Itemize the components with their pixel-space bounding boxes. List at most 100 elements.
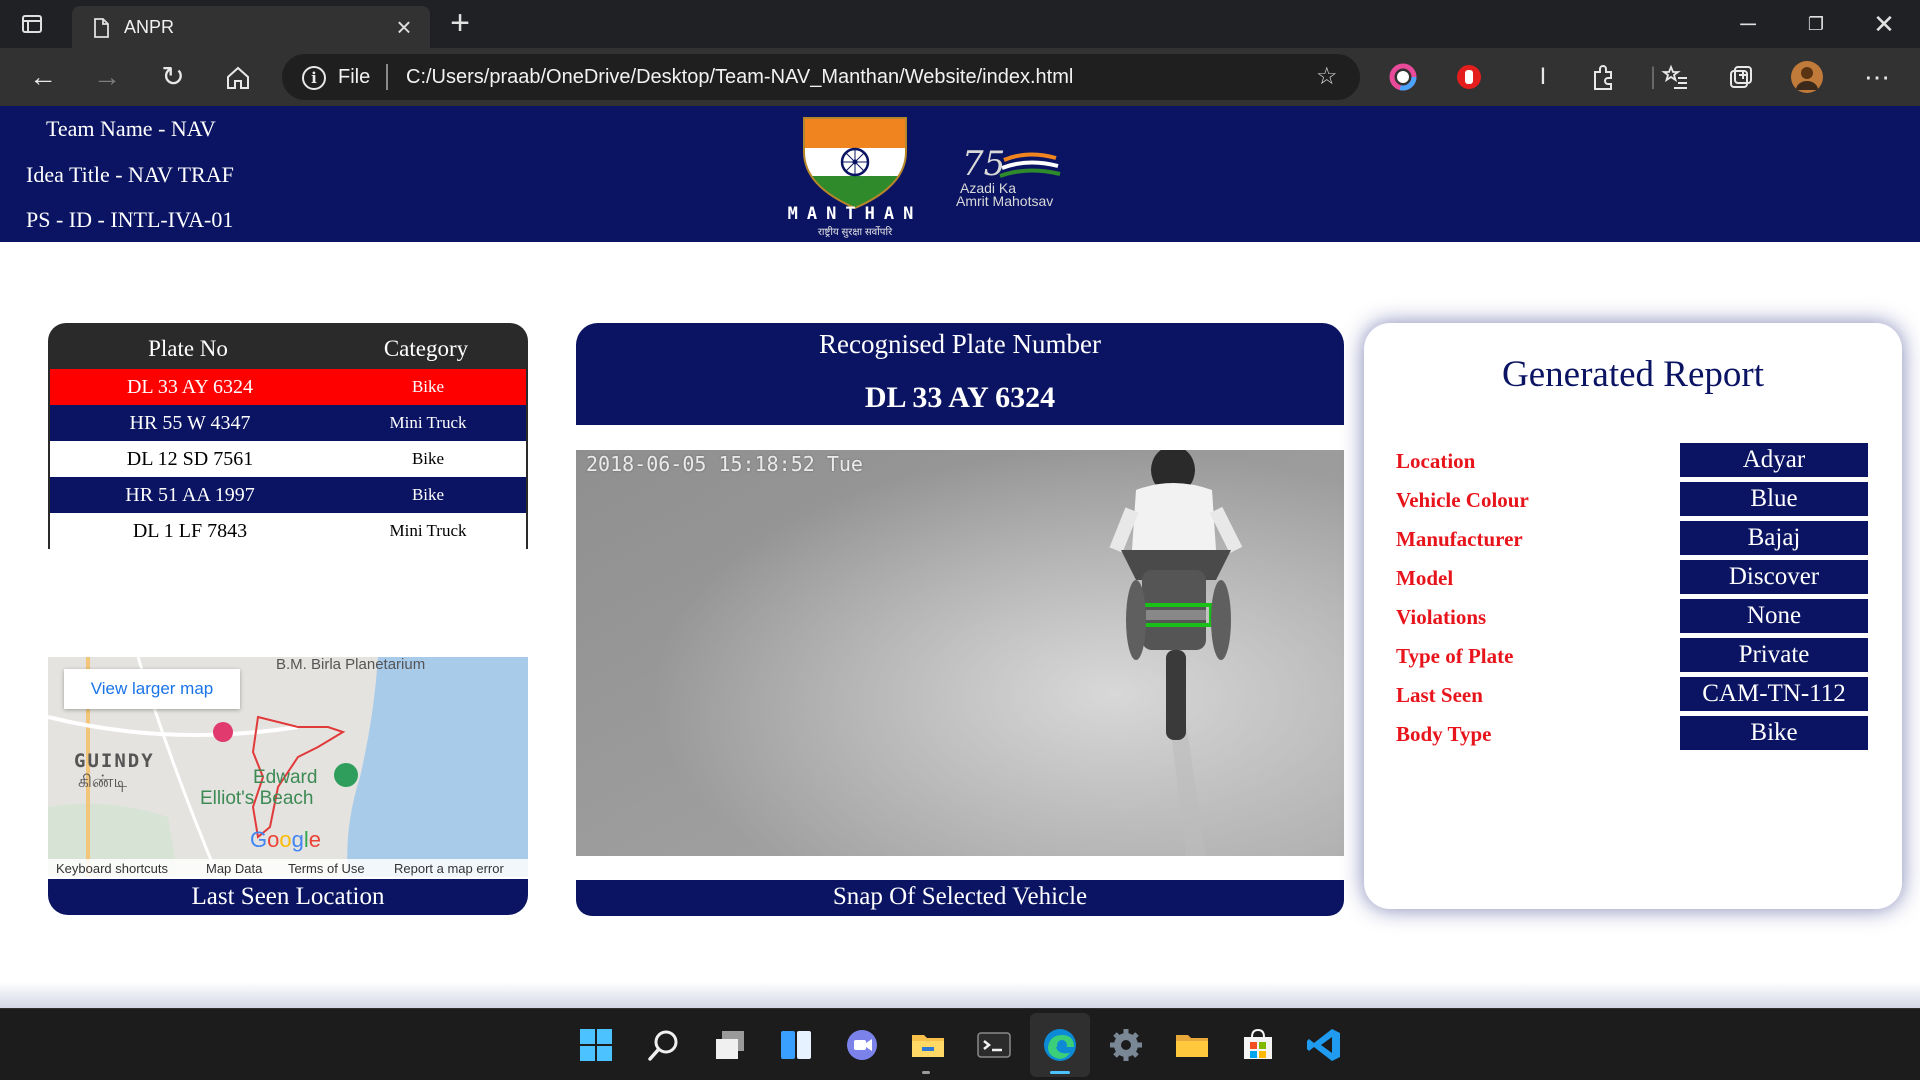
azadi-75: 75: [962, 144, 1006, 184]
forward-icon[interactable]: →: [90, 61, 124, 95]
report-label-model: Model: [1396, 566, 1454, 590]
profile-avatar[interactable]: [1790, 60, 1824, 94]
report-value-body-type: Bike: [1680, 716, 1868, 750]
restore-icon[interactable]: ❐: [1792, 8, 1840, 40]
address-scheme: File: [338, 66, 371, 88]
team-name: Team Name - NAV: [46, 116, 216, 141]
report-value-vehicle-colour: Blue: [1680, 482, 1868, 516]
text-cursor-icon[interactable]: I: [1526, 61, 1560, 95]
favorites-icon[interactable]: [1660, 62, 1690, 92]
report-label-body-type: Body Type: [1396, 722, 1492, 746]
map-canvas[interactable]: B.M. Birla Planetarium GUINDY கிண்டி Edw…: [48, 657, 528, 878]
browser-tab[interactable]: ANPR ×: [72, 6, 430, 48]
snapshot-caption: Snap Of Selected Vehicle: [576, 880, 1344, 916]
plate-row[interactable]: HR 55 W 4347 Mini Truck: [48, 405, 528, 441]
minimize-icon[interactable]: ─: [1724, 8, 1772, 40]
color-extension-icon[interactable]: [1388, 62, 1418, 92]
collections-icon[interactable]: [1725, 62, 1755, 92]
map-terms-link[interactable]: Terms of Use: [288, 861, 365, 876]
generated-report-card: Generated Report Location Adyar Vehicle …: [1364, 323, 1902, 909]
add-favorite-icon[interactable]: ☆: [1316, 65, 1342, 91]
plate-row[interactable]: DL 33 AY 6324 Bike: [48, 369, 528, 405]
extensions-icon[interactable]: [1588, 62, 1618, 92]
plate-category: Bike: [411, 485, 445, 504]
start-icon[interactable]: [576, 1025, 616, 1065]
tab-title: ANPR: [124, 17, 175, 37]
vscode-icon[interactable]: [1304, 1025, 1344, 1065]
address-url[interactable]: C:/Users/praab/OneDrive/Desktop/Team-NAV…: [406, 66, 1073, 89]
snapshot-image: [576, 450, 1344, 856]
plate-row[interactable]: HR 51 AA 1997 Bike: [48, 477, 528, 513]
report-label-manufacturer: Manufacturer: [1396, 527, 1523, 551]
reload-icon[interactable]: ↻: [156, 61, 190, 95]
col-header-category: Category: [383, 336, 469, 361]
home-icon[interactable]: [224, 64, 252, 92]
report-value-violations: None: [1680, 599, 1868, 633]
plate-row[interactable]: DL 1 LF 7843 Mini Truck: [48, 513, 528, 549]
plate-number: DL 12 SD 7561: [126, 447, 254, 470]
close-tab-icon[interactable]: ×: [392, 14, 416, 40]
recognised-plate-value: DL 33 AY 6324: [864, 381, 1056, 414]
search-icon[interactable]: [644, 1025, 684, 1065]
report-label-type-of-plate: Type of Plate: [1396, 644, 1514, 668]
close-window-icon[interactable]: ✕: [1860, 8, 1908, 40]
plate-category: Mini Truck: [389, 521, 467, 540]
map-place-3: Edward: [253, 767, 317, 788]
logo-subtitle: राष्ट्रीय सुरक्षा सर्वोपरि: [817, 227, 893, 238]
plate-number: DL 1 LF 7843: [132, 519, 248, 542]
map-keyboard-shortcuts[interactable]: Keyboard shortcuts: [56, 861, 168, 876]
map-caption: Last Seen Location: [48, 879, 528, 915]
plate-category: Bike: [411, 449, 445, 468]
ps-id: PS - ID - INTL-IVA-01: [26, 207, 234, 232]
logo-title: MANTHAN: [787, 204, 923, 224]
edge-icon[interactable]: [1040, 1025, 1080, 1065]
vehicle-snapshot: 2018-06-05 15:18:52 Tue: [576, 450, 1344, 856]
folder-icon[interactable]: [1172, 1025, 1212, 1065]
widgets-icon[interactable]: [776, 1025, 816, 1065]
recognised-plate-panel: Recognised Plate Number DL 33 AY 6324: [576, 323, 1344, 425]
store-icon[interactable]: [1238, 1025, 1278, 1065]
report-label-last-seen: Last Seen: [1396, 683, 1483, 707]
settings-icon[interactable]: [1106, 1025, 1146, 1065]
terminal-icon[interactable]: [974, 1025, 1014, 1065]
plate-number: DL 33 AY 6324: [126, 375, 254, 398]
map-data-link[interactable]: Map Data: [206, 861, 262, 876]
plate-table-header: Plate No Category: [48, 323, 528, 369]
running-indicator: [922, 1071, 930, 1074]
site-info-icon[interactable]: i: [302, 66, 326, 90]
task-view-icon[interactable]: [710, 1025, 750, 1065]
teams-chat-icon[interactable]: [842, 1025, 882, 1065]
google-logo: Google: [250, 827, 321, 852]
report-value-location: Adyar: [1680, 443, 1868, 477]
address-bar[interactable]: i File C:/Users/praab/OneDrive/Desktop/T…: [282, 54, 1360, 100]
tab-actions-icon[interactable]: [20, 12, 44, 36]
adblock-icon[interactable]: [1454, 62, 1484, 92]
map-report-error-link[interactable]: Report a map error: [394, 861, 504, 876]
report-value-last-seen: CAM-TN-112: [1680, 677, 1868, 711]
active-indicator: [1050, 1071, 1070, 1074]
report-value-type-of-plate: Private: [1680, 638, 1868, 672]
web-page: Team Name - NAV Idea Title - NAV TRAF PS…: [0, 106, 1920, 1009]
azadi-text: Azadi Ka Amrit Mahotsav: [956, 181, 1053, 208]
report-value-manufacturer: Bajaj: [1680, 521, 1868, 555]
windows-taskbar: [0, 1008, 1920, 1080]
browser-toolbar: ← → ↻ i File C:/Users/praab/OneDrive/Des…: [0, 48, 1920, 106]
back-icon[interactable]: ←: [26, 61, 60, 95]
site-header: Team Name - NAV Idea Title - NAV TRAF PS…: [0, 106, 1920, 242]
map-place-2: GUINDY: [74, 750, 155, 772]
new-tab-icon[interactable]: +: [444, 6, 476, 40]
azadi-line2: Amrit Mahotsav: [956, 193, 1054, 209]
plate-category: Mini Truck: [389, 413, 467, 432]
plate-row[interactable]: DL 12 SD 7561 Bike: [48, 441, 528, 477]
idea-title: Idea Title - NAV TRAF: [26, 162, 234, 187]
report-label-vehicle-colour: Vehicle Colour: [1396, 488, 1529, 512]
snapshot-timestamp: 2018-06-05 15:18:52 Tue: [586, 452, 863, 476]
map-place-1: B.M. Birla Planetarium: [276, 657, 425, 673]
view-larger-map-link[interactable]: View larger map: [64, 669, 240, 709]
address-separator: [386, 64, 388, 90]
last-seen-map: B.M. Birla Planetarium GUINDY கிண்டி Edw…: [48, 657, 528, 981]
col-header-plate: Plate No: [148, 336, 228, 361]
report-label-violations: Violations: [1396, 605, 1487, 629]
file-explorer-icon[interactable]: [908, 1025, 948, 1065]
more-options-icon[interactable]: ⋯: [1860, 61, 1894, 95]
